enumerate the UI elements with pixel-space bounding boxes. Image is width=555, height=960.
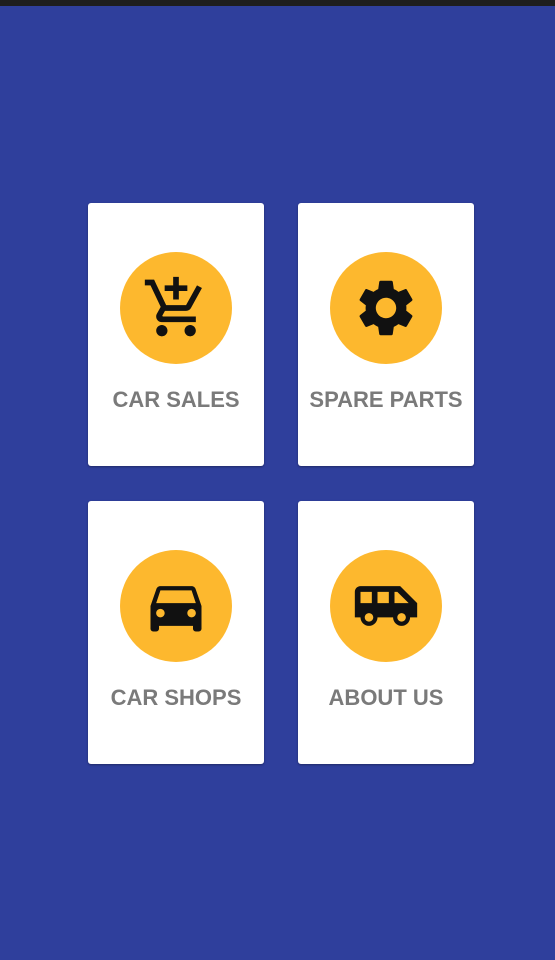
spare-parts-icon-circle — [330, 252, 442, 364]
car-shops-icon-circle — [120, 550, 232, 662]
spare-parts-label: SPARE PARTS — [309, 387, 463, 412]
car-shops-card[interactable]: CAR SHOPS — [88, 501, 264, 764]
car-shops-label: CAR SHOPS — [110, 685, 242, 710]
car-sales-label: CAR SALES — [112, 387, 240, 412]
about-us-icon-circle — [330, 550, 442, 662]
about-us-label: ABOUT US — [328, 685, 444, 710]
cart-add-icon — [144, 276, 202, 337]
about-us-card[interactable]: ABOUT US — [298, 501, 474, 764]
gear-icon — [359, 280, 413, 336]
spare-parts-card[interactable]: SPARE PARTS — [298, 203, 474, 466]
status-bar — [0, 0, 555, 6]
van-icon — [354, 586, 418, 626]
car-sales-card[interactable]: CAR SALES — [88, 203, 264, 466]
car-sales-icon-circle — [120, 252, 232, 364]
car-icon — [150, 586, 202, 632]
menu-grid: CAR SALES SPARE PARTS CAR SHOPS ABOUT US — [88, 203, 474, 765]
